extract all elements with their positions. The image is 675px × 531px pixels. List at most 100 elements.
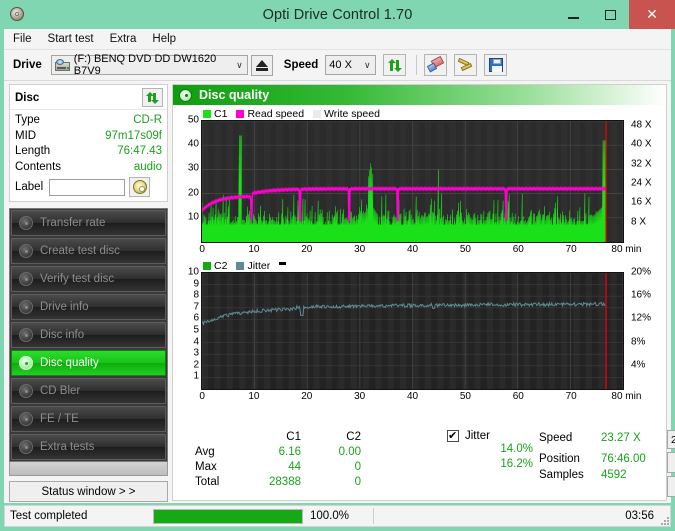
refresh-icon (146, 91, 159, 104)
sidebar-item-verify-test-disc[interactable]: Verify test disc (11, 266, 166, 292)
jitter-checkbox[interactable] (447, 429, 459, 442)
erase-button[interactable] (424, 54, 448, 76)
y2-tick-label: 40 X (631, 138, 652, 150)
resize-grip[interactable] (660, 516, 669, 525)
disc-row-mid-value: 97m17s09f (105, 129, 162, 142)
menu-item-start-test[interactable]: Start test (48, 31, 104, 47)
y-tick-label: 10 (187, 211, 199, 223)
eraser-icon (426, 55, 445, 73)
charts-area: C1 Read speed Write speed 10 20 30 40 50… (173, 105, 666, 426)
menu-item-file[interactable]: File (13, 31, 42, 47)
jitter-label: Jitter (465, 430, 490, 442)
progress-bar (153, 508, 303, 524)
title-bar: Opti Drive Control 1.70 ✕ (0, 0, 675, 29)
legend-marker-icon (279, 261, 287, 265)
c2-plot[interactable] (201, 272, 624, 390)
y-tick-label: 50 (187, 114, 199, 126)
start-full-button[interactable]: Start full (667, 452, 675, 473)
test-nav: Transfer rate Create test disc Verify te… (9, 208, 168, 462)
c1-plot[interactable] (201, 120, 624, 243)
tools-button[interactable] (454, 54, 478, 76)
sidebar-item-disc-info[interactable]: Disc info (11, 322, 166, 348)
run-stats-values: 23.27 X 76:46.00 4592 (601, 430, 667, 497)
nav-spacer (9, 462, 168, 476)
disc-row-contents-key: Contents (15, 160, 62, 173)
refresh-button[interactable] (383, 54, 407, 76)
sidebar-item-create-test-disc[interactable]: Create test disc (11, 238, 166, 264)
x-tick-label: 50 (459, 391, 471, 402)
legend-swatch-read-speed (236, 109, 245, 118)
y2-tick-label: 16% (631, 289, 652, 301)
sidebar-item-cd-bler[interactable]: CD Bler (11, 378, 166, 404)
x-tick-label: 80 min (611, 244, 642, 255)
stats-row-max-label: Max (195, 461, 217, 473)
stats-row-avg: Avg 6.16 0.00 (177, 445, 447, 460)
c1-y-axis: 10 20 30 40 50 (175, 115, 201, 243)
disc-label-button[interactable] (129, 177, 151, 197)
disc-row-contents-value: audio (133, 160, 162, 173)
y2-tick-label: 32 X (631, 158, 652, 170)
disc-row-type-key: Type (15, 114, 40, 126)
chevron-down-icon: ∨ (236, 59, 243, 70)
disc-label-key: Label (15, 181, 44, 193)
speed-stat-value: 23.27 X (601, 432, 641, 444)
y-tick-label: 20 (187, 187, 199, 199)
x-tick-label: 0 (199, 244, 205, 255)
legend-read-speed: Read speed (236, 108, 304, 120)
legend-write-speed: Write speed (313, 108, 380, 120)
y2-tick-label: 4% (631, 359, 646, 371)
y-tick-label: 7 (193, 301, 199, 313)
y-tick-label: 6 (193, 312, 199, 324)
eject-button[interactable] (250, 54, 273, 76)
sidebar-item-transfer-rate[interactable]: Transfer rate (11, 210, 166, 236)
stats-row-total-c2: 0 (354, 476, 361, 488)
start-part-button[interactable]: Start part (667, 476, 675, 497)
test-speed-select[interactable]: 24 X P-CAV ∨ (667, 430, 675, 449)
status-window-button[interactable]: Status window > > (9, 481, 168, 502)
drive-label: Drive (13, 59, 42, 71)
x-tick-label: 10 (248, 244, 260, 255)
menu-item-help[interactable]: Help (152, 31, 186, 47)
sidebar-item-extra-tests[interactable]: Extra tests (11, 434, 166, 460)
sidebar-item-label: Drive info (40, 301, 89, 313)
jitter-max: 16.2% (500, 458, 533, 470)
stats-row-total: Total 28388 0 (177, 475, 447, 490)
status-separator (373, 508, 374, 524)
y-tick-label: 5 (193, 324, 199, 336)
disc-refresh-button[interactable] (142, 88, 163, 107)
x-tick-label: 0 (199, 391, 205, 402)
sidebar-item-disc-quality[interactable]: Disc quality (11, 350, 166, 376)
y-tick-label: 9 (193, 278, 199, 290)
disc-quality-icon (179, 88, 192, 102)
speed-select[interactable]: 40 X ∨ (325, 55, 377, 75)
x-tick-label: 40 (406, 391, 419, 402)
menu-item-extra[interactable]: Extra (110, 31, 147, 47)
disc-icon (19, 440, 33, 454)
optical-drive-icon (54, 58, 70, 72)
x-tick-label: 60 (512, 391, 524, 402)
sidebar-item-label: FE / TE (40, 413, 79, 425)
c2-y-axis: 1 2 3 4 5 6 7 8 9 10 (175, 267, 201, 390)
sidebar-item-fe-te[interactable]: FE / TE (11, 406, 166, 432)
disc-panel-header: Disc (10, 85, 167, 110)
sidebar-item-drive-info[interactable]: Drive info (11, 294, 166, 320)
legend-swatch-write-speed (313, 109, 322, 118)
drive-info-icon (19, 300, 33, 314)
stats-row-max: Max 44 0 (177, 460, 447, 475)
legend-label-c2: C2 (214, 259, 228, 272)
drive-select[interactable]: (F:) BENQ DVD DD DW1620 B7V9 ∨ (50, 53, 248, 77)
sidebar-item-label: CD Bler (40, 385, 81, 397)
disc-check-icon (19, 272, 33, 286)
panel-title: Disc quality (199, 88, 270, 102)
save-floppy-icon (488, 58, 503, 72)
disc-label-input[interactable] (49, 178, 126, 196)
save-button[interactable] (484, 54, 508, 76)
cd-icon (132, 180, 147, 194)
x-tick-label: 30 (354, 391, 366, 402)
stats-header-c1: C1 (286, 431, 301, 443)
disc-row-length-key: Length (15, 145, 51, 157)
stats-row-avg-c1: 6.16 (278, 446, 301, 458)
x-tick-label: 40 (406, 244, 419, 255)
legend-swatch-c2 (203, 261, 211, 270)
right-content: Disc quality C1 Read speed Write speed 1… (172, 81, 675, 503)
